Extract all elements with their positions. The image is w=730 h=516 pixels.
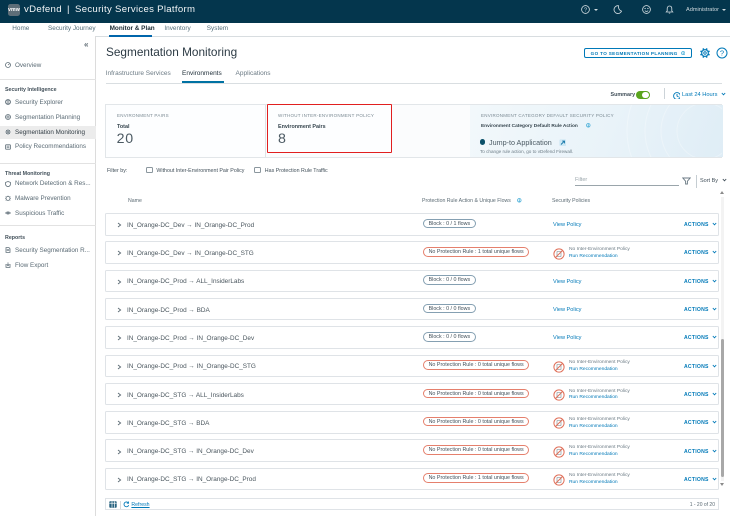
svg-text:?: ?: [719, 48, 723, 57]
